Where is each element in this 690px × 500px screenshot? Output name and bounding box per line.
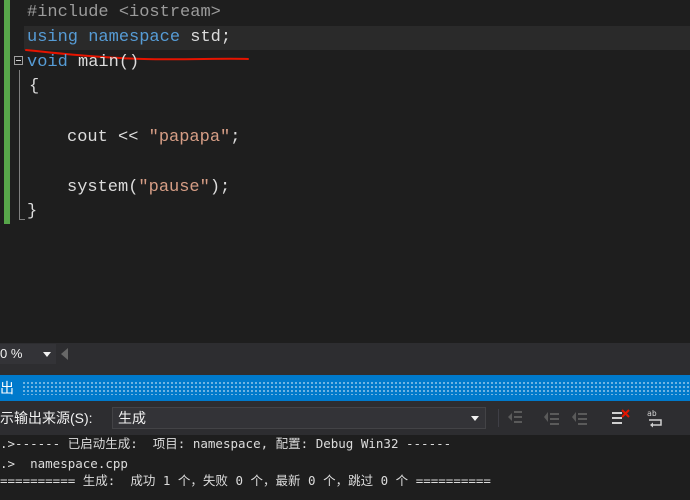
code-line-system[interactable]: system("pause");: [67, 176, 230, 200]
cout-statement: cout <<: [67, 128, 149, 147]
using-rest: std;: [180, 28, 232, 47]
main-signature: main(): [67, 53, 140, 72]
preprocessor-directive: #include: [27, 3, 109, 22]
code-line-open-brace[interactable]: {: [29, 75, 39, 99]
string-literal-pause: "pause": [138, 178, 210, 197]
goto-previous-message-icon[interactable]: [505, 408, 525, 428]
output-source-value: 生成: [118, 410, 146, 426]
change-tracking-margin: [4, 0, 10, 224]
system-end: );: [209, 178, 231, 197]
find-previous-message-icon[interactable]: [542, 408, 562, 428]
editor-status-strip: 0 %: [0, 343, 690, 365]
keyword-namespace: namespace: [88, 28, 181, 47]
output-panel-title-bar[interactable]: 出: [0, 375, 690, 401]
output-line: ========== 生成: 成功 1 个，失败 0 个，最新 0 个，跳过 0…: [0, 473, 491, 488]
system-call: system(: [67, 178, 139, 197]
toolbar-separator: [498, 409, 499, 427]
code-editor[interactable]: #include <iostream> using namespace std;…: [0, 0, 690, 343]
keyword-void: void: [27, 53, 68, 72]
output-source-dropdown[interactable]: 生成: [112, 407, 486, 429]
output-line: .>------ 已启动生成: 项目: namespace, 配置: Debug…: [0, 436, 452, 451]
outline-guide: [19, 70, 20, 220]
output-panel-title: 出: [0, 380, 14, 396]
code-line-include[interactable]: #include <iostream>: [27, 1, 221, 25]
code-line-main[interactable]: void main(): [27, 51, 139, 75]
clear-all-icon[interactable]: [610, 408, 630, 428]
svg-text:ab: ab: [647, 409, 657, 418]
output-text-area[interactable]: .>------ 已启动生成: 项目: namespace, 配置: Debug…: [0, 435, 690, 500]
cout-end: ;: [230, 128, 241, 147]
chevron-down-icon: [43, 352, 51, 357]
panel-splitter[interactable]: [0, 365, 690, 375]
code-line-close-brace[interactable]: }: [27, 200, 37, 224]
find-next-message-icon[interactable]: [570, 408, 590, 428]
title-bar-grip: [22, 381, 690, 395]
output-source-label: 示输出来源(S):: [0, 410, 93, 426]
keyword-using: using: [27, 28, 79, 47]
zoom-level-dropdown[interactable]: 0 %: [0, 344, 56, 364]
output-toolbar: 示输出来源(S): 生成 ab: [0, 401, 690, 435]
string-literal-papapa: "papapa": [148, 128, 231, 147]
chevron-down-icon: [471, 416, 479, 421]
toggle-word-wrap-icon[interactable]: ab: [646, 408, 666, 428]
zoom-level-value: 0 %: [0, 346, 23, 361]
scroll-left-arrow-icon[interactable]: [61, 348, 68, 360]
collapse-region-icon[interactable]: [14, 56, 23, 65]
output-line: .> namespace.cpp: [0, 456, 128, 471]
code-line-cout[interactable]: cout << "papapa";: [67, 126, 240, 150]
include-header: <iostream>: [108, 3, 221, 22]
outline-guide-end: [19, 219, 25, 220]
